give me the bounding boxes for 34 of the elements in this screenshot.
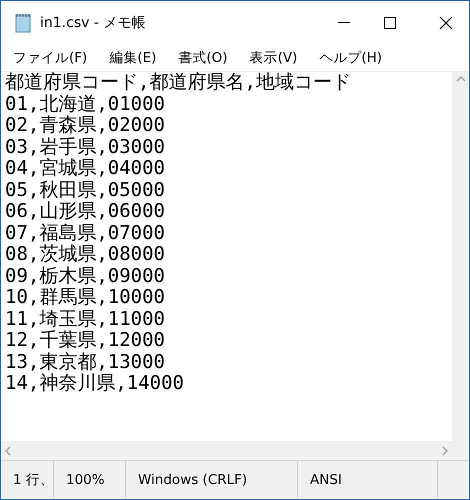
menu-item[interactable]: ファイル(F) bbox=[5, 47, 96, 69]
text-line: 都道府県コード,都道府県名,地域コード bbox=[5, 72, 352, 94]
maximize-icon bbox=[384, 17, 396, 29]
horizontal-scrollbar[interactable] bbox=[1, 441, 452, 460]
scroll-up-icon[interactable] bbox=[456, 76, 466, 82]
vertical-scrollbar[interactable] bbox=[452, 72, 469, 441]
text-line: 14,神奈川県,14000 bbox=[5, 373, 185, 394]
menu-item[interactable]: 表示(V) bbox=[242, 47, 306, 69]
text-line: 08,茨城県,08000 bbox=[5, 244, 166, 266]
text-line: 09,栃木県,09000 bbox=[5, 266, 166, 287]
text-line: 13,東京都,13000 bbox=[5, 352, 166, 373]
text-line: 02,青森県,02000 bbox=[5, 115, 166, 136]
menu-item[interactable]: 書式(O) bbox=[170, 47, 236, 69]
menu-item[interactable]: 編集(E) bbox=[101, 47, 164, 69]
text-line: 06,山形県,06000 bbox=[5, 201, 166, 222]
scroll-right-icon[interactable] bbox=[442, 446, 448, 456]
text-line: 04,宮城県,04000 bbox=[5, 158, 166, 180]
close-icon bbox=[439, 16, 453, 30]
status-text: ANSI bbox=[298, 461, 438, 499]
minimize-icon bbox=[338, 22, 350, 24]
text-line: 10,群馬県,10000 bbox=[5, 287, 166, 308]
text-line: 03,岩手県,03000 bbox=[5, 136, 166, 158]
text-line: 11,埼玉県,11000 bbox=[5, 308, 166, 330]
text-line: 05,秋田県,05000 bbox=[5, 180, 166, 201]
scroll-left-icon[interactable] bbox=[5, 446, 11, 456]
status-text: Windows (CRLF) bbox=[126, 461, 298, 499]
text-line: 07,福島県,07000 bbox=[5, 222, 166, 244]
text-line: 01,北海道,01000 bbox=[5, 94, 166, 115]
window-title: in1.csv - メモ帳 bbox=[40, 14, 146, 32]
notepad-icon bbox=[14, 13, 32, 33]
menu-item[interactable]: ヘルプ(H) bbox=[311, 47, 390, 69]
status-text: 1 行、 bbox=[1, 461, 54, 499]
text-line: 12,千葉県,12000 bbox=[5, 330, 166, 352]
status-text: 100% bbox=[54, 461, 126, 499]
